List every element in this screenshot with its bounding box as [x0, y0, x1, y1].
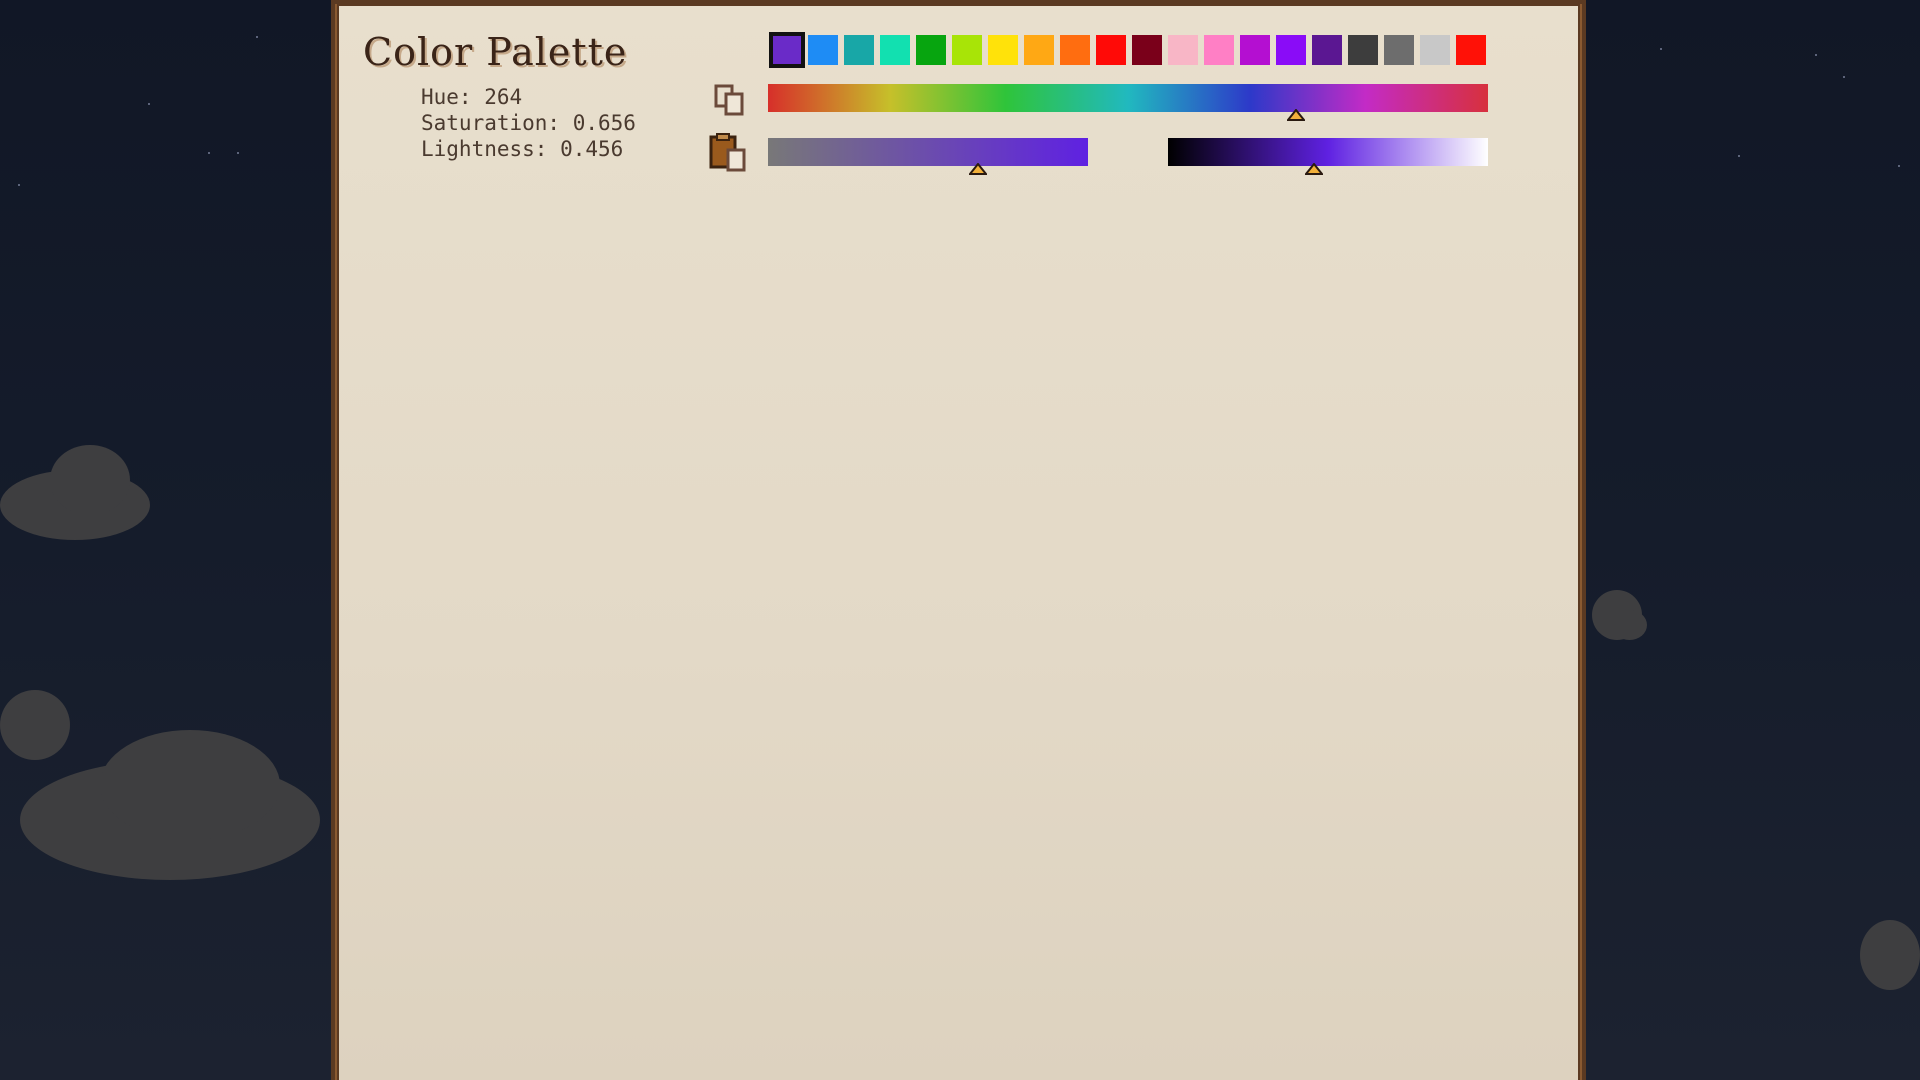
color-swatch[interactable]: [1240, 35, 1270, 65]
color-swatch[interactable]: [1420, 35, 1450, 65]
color-swatch[interactable]: [1312, 35, 1342, 65]
lightness-readout: Lightness: 0.456: [421, 137, 624, 161]
color-swatch[interactable]: [880, 35, 910, 65]
copy-icon[interactable]: [712, 82, 748, 118]
color-swatch[interactable]: [1024, 35, 1054, 65]
hue-slider-track[interactable]: [768, 84, 1488, 112]
saturation-slider-handle[interactable]: [967, 160, 988, 175]
color-swatch[interactable]: [1096, 35, 1126, 65]
color-swatch[interactable]: [988, 35, 1018, 65]
color-swatch[interactable]: [952, 35, 982, 65]
color-swatch[interactable]: [1276, 35, 1306, 65]
hue-readout: Hue: 264: [421, 85, 523, 109]
color-swatch[interactable]: [769, 32, 805, 68]
color-swatch[interactable]: [1384, 35, 1414, 65]
saturation-readout: Saturation: 0.656: [421, 111, 636, 135]
hue-slider-handle[interactable]: [1285, 106, 1306, 121]
color-swatch[interactable]: [1132, 35, 1162, 65]
color-swatch[interactable]: [1168, 35, 1198, 65]
color-swatch[interactable]: [844, 35, 874, 65]
color-swatch[interactable]: [1060, 35, 1090, 65]
paste-icon[interactable]: [708, 132, 750, 174]
color-swatch[interactable]: [808, 35, 838, 65]
saturation-slider-track[interactable]: [768, 138, 1088, 166]
color-swatch[interactable]: [916, 35, 946, 65]
panel-title: Color Palette: [363, 30, 628, 74]
color-swatch[interactable]: [1204, 35, 1234, 65]
color-readout: Hue: 264 Saturation: 0.656 Lightness: 0.…: [421, 84, 636, 162]
lightness-slider-handle[interactable]: [1303, 160, 1324, 175]
lightness-slider-track[interactable]: [1168, 138, 1488, 166]
color-swatch[interactable]: [1456, 35, 1486, 65]
color-palette-panel: Color Palette Hue: 264 Saturation: 0.656…: [331, 0, 1586, 1080]
color-swatch[interactable]: [1348, 35, 1378, 65]
swatch-row: [769, 32, 1486, 68]
